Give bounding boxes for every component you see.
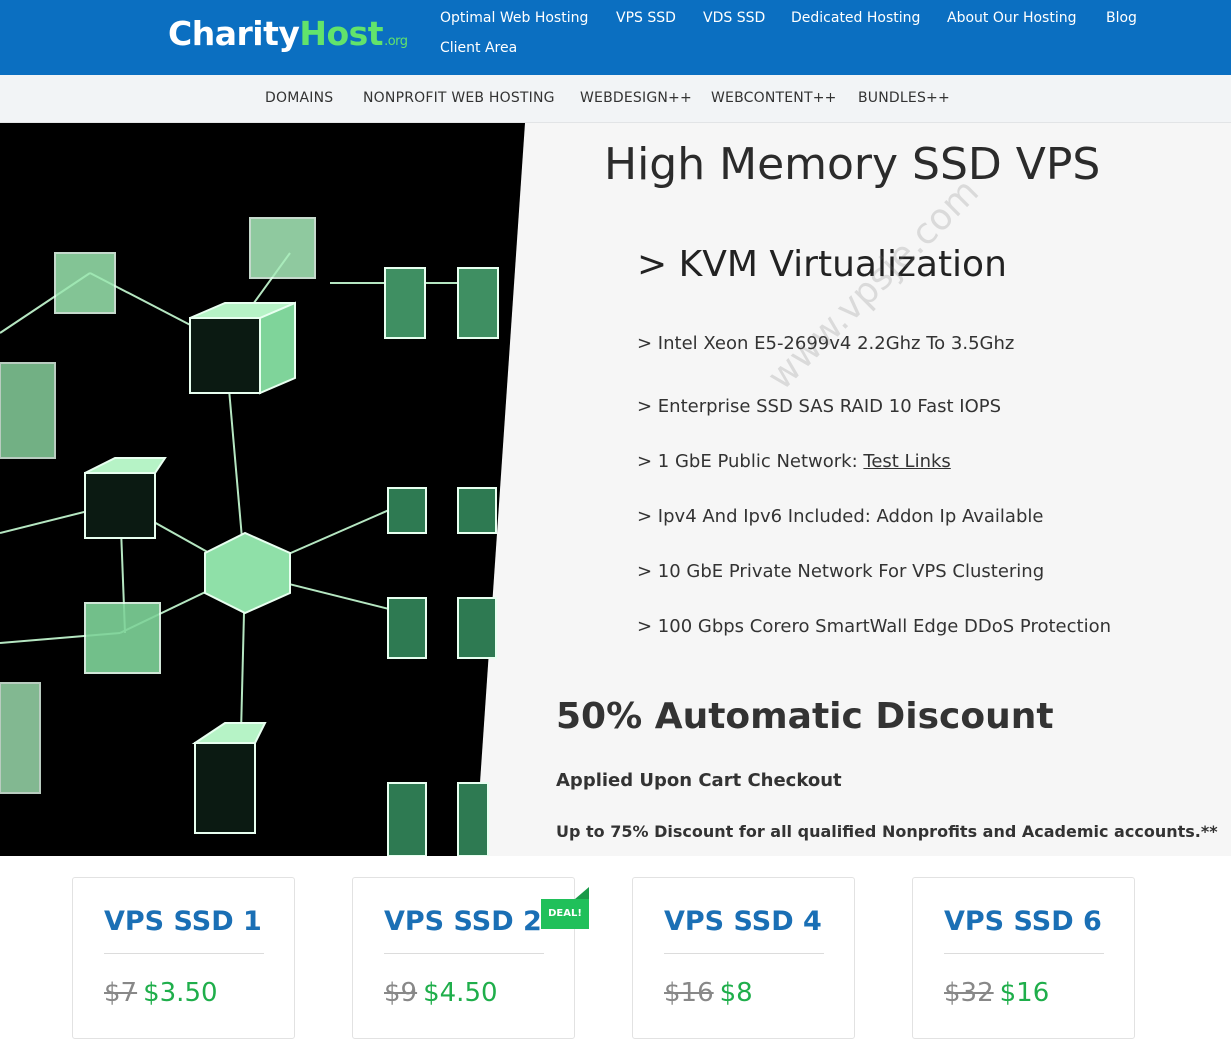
secondary-nav: DOMAINS NONPROFIT WEB HOSTING WEBDESIGN+… — [0, 75, 1231, 123]
plan-name: VPS SSD 6 — [944, 906, 1102, 937]
nav-vds-ssd[interactable]: VDS SSD — [703, 10, 765, 26]
divider — [104, 953, 264, 954]
charityhost-logo[interactable]: CharityHost.org — [168, 14, 408, 53]
nonprofit-discount-note: Up to 75% Discount for all qualified Non… — [556, 822, 1218, 841]
new-price: $3.50 — [143, 978, 218, 1008]
divider — [384, 953, 544, 954]
divider — [944, 953, 1104, 954]
discount-heading: 50% Automatic Discount — [556, 696, 1054, 737]
plan-name: VPS SSD 2 — [384, 906, 542, 937]
plan-card-vps-ssd-4[interactable]: VPS SSD 4 $16 $8 — [632, 877, 855, 1039]
old-price: $9 — [384, 978, 418, 1008]
new-price: $16 — [999, 978, 1050, 1008]
feature-ddos: > 100 Gbps Corero SmartWall Edge DDoS Pr… — [637, 616, 1111, 637]
plan-card-vps-ssd-6[interactable]: VPS SSD 6 $32 $16 — [912, 877, 1135, 1039]
nav-blog[interactable]: Blog — [1106, 10, 1137, 26]
feature-storage: > Enterprise SSD SAS RAID 10 Fast IOPS — [637, 396, 1002, 417]
feature-ip: > Ipv4 And Ipv6 Included: Addon Ip Avail… — [637, 506, 1044, 527]
subnav-nonprofit-web-hosting[interactable]: NONPROFIT WEB HOSTING — [363, 90, 555, 106]
nav-optimal-web-hosting[interactable]: Optimal Web Hosting — [440, 10, 588, 26]
plan-card-vps-ssd-2[interactable]: VPS SSD 2 DEAL! $9 $4.50 — [352, 877, 589, 1039]
hero-subtitle-kvm: > KVM Virtualization — [637, 244, 1007, 285]
plan-name: VPS SSD 1 — [104, 906, 262, 937]
top-header: CharityHost.org Optimal Web Hosting VPS … — [0, 0, 1231, 75]
feature-public-network: > 1 GbE Public Network: Test Links — [637, 451, 951, 472]
plan-price: $32 $16 — [944, 978, 1049, 1008]
subnav-webdesign[interactable]: WEBDESIGN++ — [580, 90, 692, 106]
nav-about-our-hosting[interactable]: About Our Hosting — [947, 10, 1076, 26]
plan-price: $16 $8 — [664, 978, 753, 1008]
new-price: $4.50 — [423, 978, 498, 1008]
network-cubes-image — [0, 123, 525, 856]
feature-public-network-text: > 1 GbE Public Network: — [637, 451, 864, 472]
old-price: $32 — [944, 978, 994, 1008]
nav-vps-ssd[interactable]: VPS SSD — [616, 10, 676, 26]
applied-note: Applied Upon Cart Checkout — [556, 770, 842, 791]
subnav-webcontent[interactable]: WEBCONTENT++ — [711, 90, 837, 106]
hero-title: High Memory SSD VPS — [604, 139, 1101, 190]
plan-name: VPS SSD 4 — [664, 906, 822, 937]
subnav-domains[interactable]: DOMAINS — [265, 90, 333, 106]
deal-badge: DEAL! — [541, 887, 589, 929]
plan-price: $7 $3.50 — [104, 978, 218, 1008]
nav-dedicated-hosting[interactable]: Dedicated Hosting — [791, 10, 920, 26]
new-price: $8 — [719, 978, 753, 1008]
feature-private-network: > 10 GbE Private Network For VPS Cluster… — [637, 561, 1045, 582]
logo-part2: Host — [299, 14, 384, 53]
divider — [664, 953, 824, 954]
old-price: $16 — [664, 978, 714, 1008]
hero-section: High Memory SSD VPS > KVM Virtualization… — [0, 123, 1231, 856]
subnav-bundles[interactable]: BUNDLES++ — [858, 90, 950, 106]
logo-tld: .org — [384, 34, 408, 49]
old-price: $7 — [104, 978, 138, 1008]
nav-client-area[interactable]: Client Area — [440, 40, 517, 56]
logo-part1: Charity — [168, 14, 300, 53]
plan-price: $9 $4.50 — [384, 978, 498, 1008]
test-links-link[interactable]: Test Links — [863, 451, 950, 472]
plan-card-vps-ssd-1[interactable]: VPS SSD 1 $7 $3.50 — [72, 877, 295, 1039]
